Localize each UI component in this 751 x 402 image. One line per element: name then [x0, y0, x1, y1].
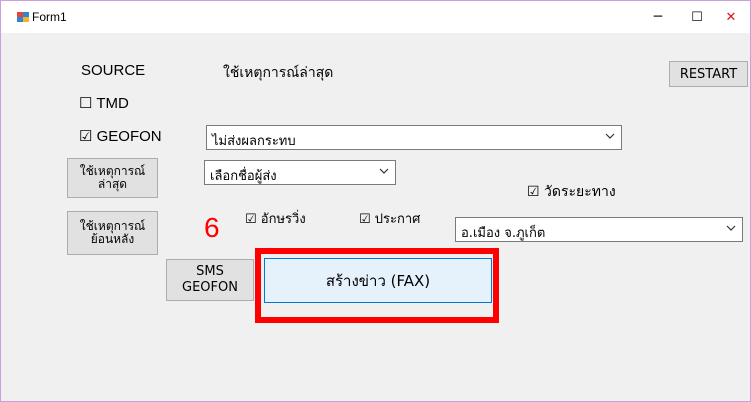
use-past-event-line2: ย้อนหลัง — [90, 232, 135, 246]
location-dropdown-value: อ.เมือง จ.ภูเก็ต — [461, 226, 546, 241]
geofon-checkbox[interactable]: ☑ GEOFON — [79, 127, 162, 145]
chevron-down-icon — [726, 225, 736, 231]
window-title: Form1 — [32, 10, 67, 24]
maximize-icon[interactable]: ☐ — [679, 1, 715, 33]
create-fax-button[interactable]: สร้างข่าว (FAX) — [264, 258, 492, 303]
sms-geofon-button[interactable]: SMS GEOFON — [166, 259, 254, 301]
chevron-down-icon — [605, 133, 615, 139]
minimize-icon[interactable]: ─ — [640, 1, 676, 33]
sender-dropdown[interactable]: เลือกชื่อผู้ส่ง — [204, 160, 396, 185]
step-number-annotation: 6 — [204, 212, 220, 243]
sms-geofon-line2: GEOFON — [182, 280, 238, 295]
location-dropdown[interactable]: อ.เมือง จ.ภูเก็ต — [455, 217, 743, 242]
checkbox-checked-icon: ☑ — [245, 212, 257, 227]
announcement-label: ประกาศ — [374, 212, 421, 227]
close-icon[interactable]: ✕ — [713, 1, 749, 33]
sender-dropdown-value: เลือกชื่อผู้ส่ง — [210, 169, 277, 184]
impact-dropdown-value: ไม่ส่งผลกระทบ — [212, 134, 296, 149]
form-window: Form1 ─ ☐ ✕ SOURCE ใช้เหตุการณ์ล่าสุด RE… — [0, 0, 751, 402]
checkbox-checked-icon: ☑ — [527, 184, 540, 200]
scrolling-text-label: อักษรวิ่ง — [260, 212, 306, 227]
checkbox-checked-icon: ☑ — [359, 212, 371, 227]
geofon-label: GEOFON — [96, 128, 162, 145]
title-bar: Form1 ─ ☐ ✕ — [1, 1, 750, 33]
chevron-down-icon — [379, 168, 389, 174]
use-latest-event-button[interactable]: ใช้เหตุการณ์ ล่าสุด — [67, 158, 158, 198]
measure-distance-label: วัดระยะทาง — [544, 184, 616, 200]
tmd-label: TMD — [96, 95, 129, 112]
use-past-event-button[interactable]: ใช้เหตุการณ์ ย้อนหลัง — [67, 211, 158, 255]
restart-button[interactable]: RESTART — [669, 61, 748, 87]
app-icon — [17, 12, 29, 22]
announcement-checkbox[interactable]: ☑ ประกาศ — [359, 208, 420, 229]
use-latest-event-line2: ล่าสุด — [97, 177, 128, 191]
source-label: SOURCE — [81, 62, 146, 79]
source-value: ใช้เหตุการณ์ล่าสุด — [223, 65, 334, 81]
checkbox-unchecked-icon: ☐ — [79, 95, 93, 112]
measure-distance-checkbox[interactable]: ☑ วัดระยะทาง — [527, 181, 616, 203]
sms-geofon-line1: SMS — [196, 264, 224, 279]
scrolling-text-checkbox[interactable]: ☑ อักษรวิ่ง — [245, 208, 306, 229]
checkbox-checked-icon: ☑ — [79, 128, 93, 145]
impact-dropdown[interactable]: ไม่ส่งผลกระทบ — [206, 125, 622, 150]
tmd-checkbox[interactable]: ☐ TMD — [79, 94, 129, 112]
